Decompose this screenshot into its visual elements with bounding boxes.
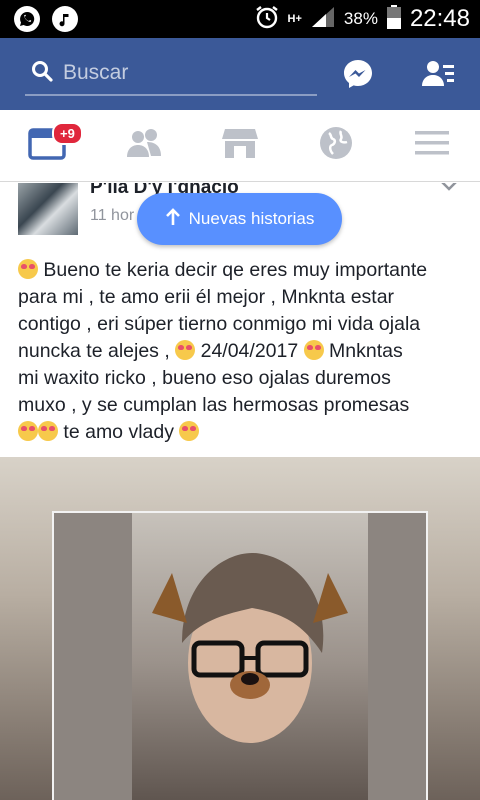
whatsapp-icon (14, 6, 40, 32)
heart-eyes-emoji-icon (18, 259, 38, 279)
post-text: Bueno te keria decir qe eres muy importa… (18, 259, 428, 443)
signal-icon (310, 5, 336, 34)
nav-tabs: +9 (0, 110, 480, 182)
photo-subject (132, 513, 368, 800)
messenger-icon[interactable] (340, 56, 376, 92)
photo-frame (52, 511, 428, 800)
heart-eyes-emoji-icon (38, 421, 58, 441)
menu-icon (415, 129, 449, 162)
notification-badge: +9 (52, 122, 83, 145)
tab-news-feed[interactable]: +9 (0, 110, 96, 181)
clock: 22:48 (409, 5, 470, 32)
post-photo[interactable] (0, 457, 480, 800)
globe-icon (319, 126, 353, 165)
new-stories-label: Nuevas historias (188, 209, 315, 228)
chevron-down-icon[interactable] (440, 183, 458, 197)
heart-eyes-emoji-icon (179, 421, 200, 441)
friend-requests-icon[interactable] (420, 56, 456, 92)
battery-icon (386, 4, 402, 35)
marketplace-icon (222, 126, 258, 165)
status-bar: H+ 38% 22:48 (0, 0, 480, 38)
avatar[interactable] (18, 183, 78, 235)
new-stories-button[interactable]: Nuevas historias (137, 193, 342, 245)
post-time[interactable]: 11 hor (90, 207, 134, 225)
feed-post: P'ııa D'y I'gnació 11 hor Bueno te keria… (0, 183, 480, 800)
tab-marketplace[interactable] (192, 110, 288, 181)
tab-menu[interactable] (384, 110, 480, 181)
tab-friends[interactable] (96, 110, 192, 181)
tab-notifications[interactable] (288, 110, 384, 181)
heart-eyes-emoji-icon (303, 340, 324, 360)
search-bar[interactable] (25, 52, 317, 96)
search-icon (31, 60, 53, 87)
search-input[interactable] (63, 61, 303, 85)
app-header (0, 38, 480, 110)
friends-icon (125, 127, 163, 164)
alarm-icon (254, 4, 280, 35)
music-icon (52, 6, 78, 32)
arrow-up-icon (165, 207, 181, 231)
battery-percent: 38% (343, 9, 378, 28)
network-type: H+ (287, 13, 302, 25)
heart-eyes-emoji-icon (18, 421, 38, 441)
heart-eyes-emoji-icon (175, 340, 196, 360)
